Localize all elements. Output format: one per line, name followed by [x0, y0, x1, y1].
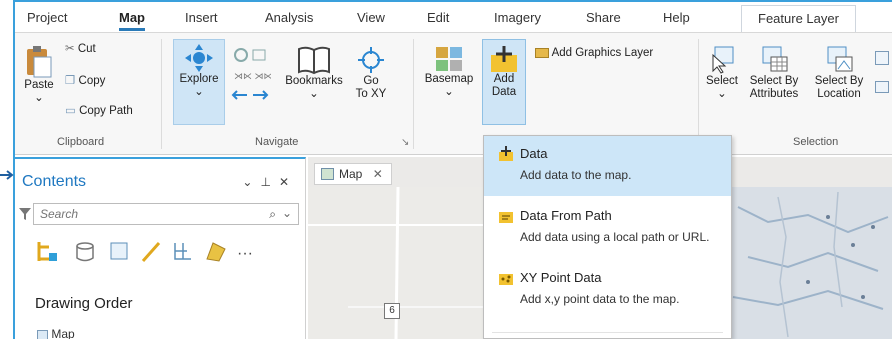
add-data-dropdown: Data Add data to the map. Data From Path…	[483, 135, 732, 339]
tab-insert[interactable]: Insert	[185, 10, 218, 25]
tab-imagery[interactable]: Imagery	[494, 10, 541, 25]
tab-help[interactable]: Help	[663, 10, 690, 25]
pin-icon[interactable]: ⊥	[260, 175, 278, 189]
navigate-group-label: Navigate	[255, 136, 299, 148]
editing-icon	[141, 242, 161, 262]
select-by-attributes-button[interactable]: Select By Attributes	[743, 45, 805, 101]
labeling-icon	[206, 242, 226, 262]
contents-search[interactable]: ⌕ ⌄	[33, 203, 299, 225]
map-layer-item[interactable]: Map	[37, 327, 75, 339]
dropdown-item-xy-point-data[interactable]: XY Point Data Add x,y point data to the …	[484, 260, 731, 320]
clipboard-group-label: Clipboard	[57, 136, 105, 148]
copy-path-icon: ▭	[65, 105, 76, 117]
copy-button[interactable]: ❐ Copy	[65, 75, 105, 88]
selection-group-label: Selection	[793, 136, 839, 148]
map-icon	[37, 329, 48, 339]
cut-button[interactable]: ✂ Cut	[65, 43, 96, 56]
contents-pane: Contents ⌄⊥✕ ⌕ ⌄ ··· Drawing Order Map	[15, 157, 306, 339]
ribbon: Paste ⌄ ✂ Cut ❐ Copy ▭ Copy Path Clipboa…	[15, 32, 892, 155]
bookmarks-button[interactable]: Bookmarks ⌄	[283, 45, 345, 101]
graphics-layer-icon	[535, 47, 549, 58]
drawing-order-icon	[37, 242, 57, 261]
zoom-extent-icons: ⋊⋉ ⋊⋉	[231, 48, 271, 100]
group-separator	[698, 39, 699, 149]
add-data-icon	[499, 146, 513, 161]
add-graphics-layer-button[interactable]: Add Graphics Layer	[535, 47, 653, 60]
tab-map[interactable]: Map	[119, 10, 145, 31]
explore-icon	[185, 44, 213, 72]
filter-icon[interactable]	[19, 207, 31, 221]
basemap-icon	[436, 47, 462, 71]
close-icon[interactable]: ✕	[279, 175, 297, 189]
paste-icon	[27, 46, 52, 78]
select-button[interactable]: Select ⌄	[703, 45, 741, 101]
group-separator	[161, 39, 162, 149]
contents-toolbar: ···	[37, 242, 253, 262]
scissors-icon: ✂	[65, 43, 75, 55]
map-icon	[321, 168, 334, 180]
dropdown-divider	[492, 332, 723, 333]
selection-icon	[110, 242, 128, 260]
ribbon-tabs: Project Map Insert Analysis View Edit Im…	[15, 2, 892, 32]
clear-selection-icon[interactable]	[875, 51, 889, 65]
switch-selection-icon[interactable]	[875, 81, 889, 93]
dialog-launcher-icon[interactable]: ↘	[401, 137, 409, 148]
select-by-location-button[interactable]: Select By Location	[809, 45, 869, 101]
basemap-button[interactable]: Basemap ⌄	[421, 45, 477, 99]
drawing-order-heading: Drawing Order	[35, 295, 133, 312]
select-by-attributes-icon	[762, 46, 788, 72]
dropdown-item-data[interactable]: Data Add data to the map.	[484, 136, 731, 196]
tab-feature-layer[interactable]: Feature Layer	[741, 5, 856, 32]
tab-share[interactable]: Share	[586, 10, 621, 25]
tab-project[interactable]: Project	[27, 10, 67, 25]
pane-controls: ⌄⊥✕	[242, 175, 297, 189]
data-from-path-icon	[499, 212, 513, 223]
tab-analysis[interactable]: Analysis	[265, 10, 313, 25]
source-icon	[76, 242, 94, 262]
chevron-down-icon[interactable]: ⌄	[242, 175, 260, 189]
search-input[interactable]	[40, 206, 240, 222]
go-to-xy-button[interactable]: Go To XY	[351, 45, 391, 101]
paste-button[interactable]: Paste ⌄	[19, 45, 59, 105]
xy-point-data-icon	[499, 274, 513, 285]
book-icon	[298, 46, 330, 75]
tab-view[interactable]: View	[357, 10, 385, 25]
explore-button[interactable]: Explore ⌄	[175, 43, 223, 99]
more-icon: ···	[237, 245, 253, 262]
pointer-arrow-icon	[0, 170, 14, 180]
route-shield: 6	[384, 303, 400, 319]
group-separator	[413, 39, 414, 149]
close-icon[interactable]: ✕	[373, 167, 383, 181]
map-view-tab[interactable]: Map ✕	[314, 163, 392, 185]
add-data-button[interactable]: Add Data	[484, 45, 524, 99]
svg-text:⋊⋉ ⋊⋉: ⋊⋉ ⋊⋉	[234, 71, 271, 81]
contents-title: Contents	[22, 173, 87, 190]
crosshair-icon	[358, 47, 384, 73]
select-icon	[712, 46, 734, 74]
add-data-icon	[491, 46, 517, 72]
chevron-down-icon[interactable]: ⌄	[282, 206, 292, 220]
snapping-icon	[174, 243, 191, 260]
dropdown-item-data-from-path[interactable]: Data From Path Add data using a local pa…	[484, 198, 731, 258]
copy-icon: ❐	[65, 75, 76, 87]
search-icon[interactable]: ⌕	[269, 207, 276, 222]
select-by-location-icon	[827, 46, 853, 72]
copy-path-button[interactable]: ▭ Copy Path	[65, 105, 133, 118]
tab-edit[interactable]: Edit	[427, 10, 449, 25]
